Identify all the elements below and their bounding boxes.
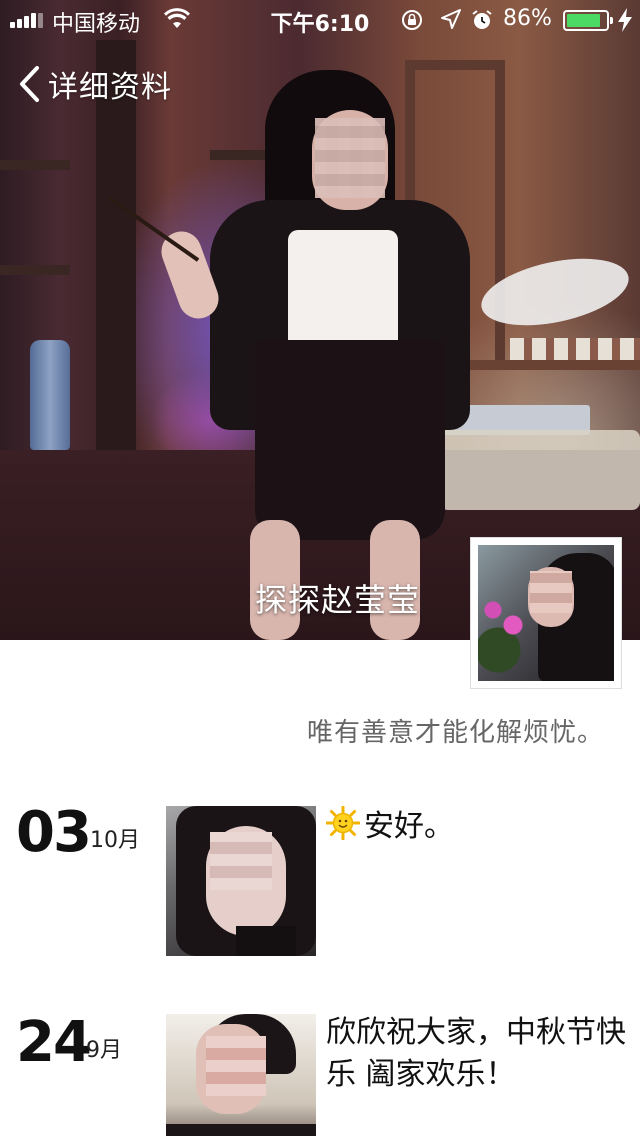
mosaic-blur	[210, 832, 272, 890]
post-month: 9月	[86, 1038, 122, 1063]
alarm-icon	[470, 8, 494, 38]
chevron-left-icon	[20, 66, 39, 102]
figurines	[510, 338, 640, 360]
photo-clothing	[236, 926, 296, 956]
post-text: 欣欣祝大家，中秋节快乐 阖家欢乐！	[326, 1015, 626, 1092]
avatar-photo	[478, 545, 614, 681]
person-shirt	[288, 230, 398, 350]
post-photo[interactable]	[166, 1014, 316, 1136]
mosaic-blur	[530, 571, 572, 613]
battery-nub	[610, 17, 613, 24]
post-month: 10月	[90, 828, 140, 853]
back-label: 详细资料	[48, 70, 172, 105]
post-day: 24	[16, 1010, 92, 1075]
shelf	[0, 265, 70, 275]
location-icon	[440, 8, 462, 36]
sun-emoji-icon	[326, 806, 360, 840]
status-bar: 中国移动 下午6:10 86%	[0, 0, 640, 40]
post-text: 安好。	[326, 806, 626, 848]
avatar-flowers	[478, 595, 528, 675]
profile-signature: 唯有善意才能化解烦忧。	[306, 718, 604, 748]
battery-fill	[567, 14, 600, 27]
back-button[interactable]: 详细资料	[18, 62, 172, 106]
water-bottle	[30, 340, 70, 450]
shelf	[0, 160, 70, 170]
person-skirt	[255, 340, 445, 540]
photo-clothing	[166, 1124, 316, 1136]
shelf	[460, 360, 640, 370]
cover-name: 探探赵莹莹	[255, 581, 421, 619]
charging-bolt-icon	[618, 8, 632, 38]
orientation-lock-icon	[400, 8, 424, 38]
post-photo[interactable]	[166, 806, 316, 956]
mosaic-blur	[315, 118, 385, 198]
battery-percent: 86%	[503, 6, 552, 31]
avatar[interactable]	[471, 538, 621, 688]
food-boxes	[440, 430, 640, 510]
post-text-content: 安好。	[364, 809, 454, 844]
mosaic-blur	[206, 1036, 266, 1096]
battery-icon	[563, 10, 613, 31]
post-day: 03	[16, 800, 92, 865]
